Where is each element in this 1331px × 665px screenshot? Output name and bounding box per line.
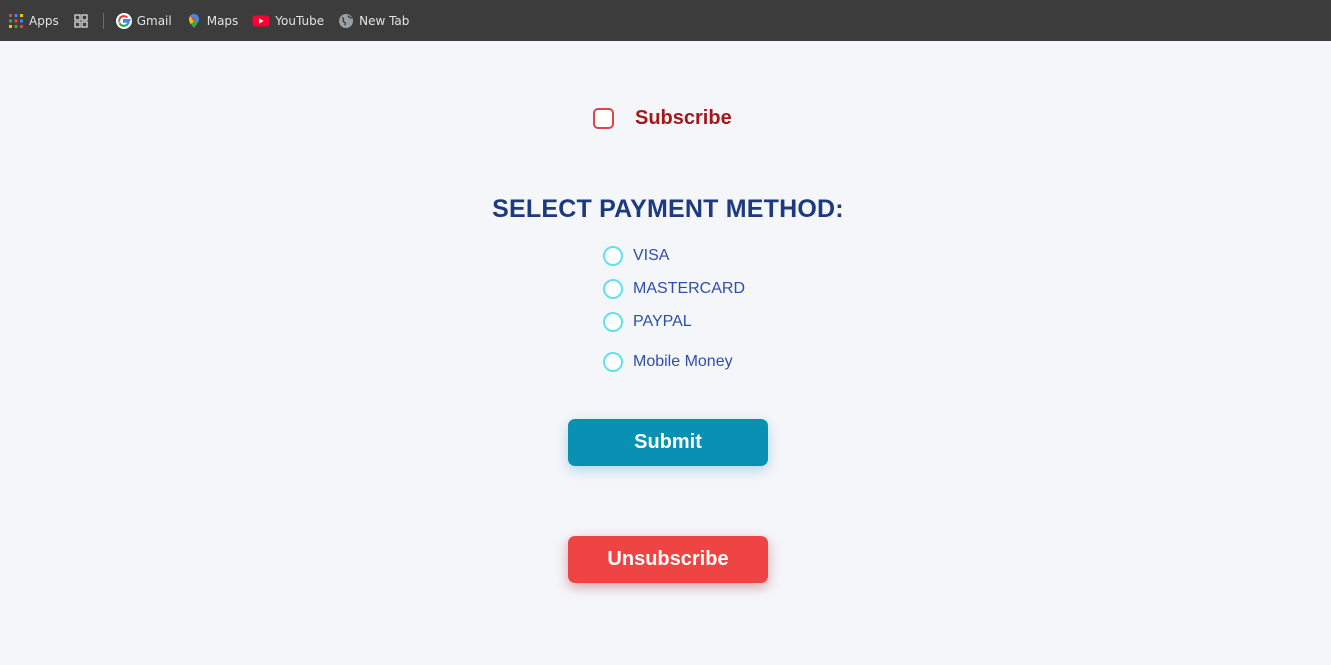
bookmarks-separator	[102, 12, 104, 29]
radio-button[interactable]	[603, 352, 623, 372]
globe-icon	[338, 13, 354, 29]
payment-option-paypal[interactable]: PAYPAL	[603, 312, 692, 332]
apps-grid-icon	[8, 13, 24, 29]
bookmark-new-tab[interactable]: New Tab	[334, 7, 413, 35]
bookmark-apps[interactable]: Apps	[4, 7, 63, 35]
payment-method-title: SELECT PAYMENT METHOD:	[492, 195, 844, 223]
subscribe-option[interactable]: Subscribe	[593, 106, 732, 130]
payment-option-label[interactable]: Mobile Money	[633, 352, 733, 372]
bookmark-new-tab-label: New Tab	[359, 13, 410, 28]
bookmark-maps[interactable]: Maps	[182, 7, 243, 35]
unsubscribe-button[interactable]: Unsubscribe	[568, 536, 768, 583]
payment-option-mastercard[interactable]: MASTERCARD	[603, 279, 745, 299]
payment-option-label[interactable]: VISA	[633, 246, 669, 266]
radio-button[interactable]	[603, 312, 623, 332]
bookmarks-bar: Apps Gmail Maps YouTube New Tab	[0, 0, 1331, 41]
bookmark-apps-label: Apps	[29, 13, 59, 28]
radio-button[interactable]	[603, 246, 623, 266]
google-icon	[115, 12, 132, 29]
payment-option-visa[interactable]: VISA	[603, 246, 669, 266]
bookmark-youtube-label: YouTube	[275, 13, 325, 28]
subscribe-label[interactable]: Subscribe	[635, 106, 732, 130]
youtube-icon	[252, 13, 270, 29]
tab-groups-icon	[73, 13, 89, 29]
bookmark-youtube[interactable]: YouTube	[248, 7, 328, 35]
bookmark-maps-label: Maps	[206, 13, 239, 28]
map-pin-icon	[186, 13, 202, 29]
payment-option-label[interactable]: MASTERCARD	[633, 279, 745, 299]
payment-option-mobile-money[interactable]: Mobile Money	[603, 352, 733, 372]
submit-button[interactable]: Submit	[568, 419, 768, 466]
subscribe-checkbox[interactable]	[593, 107, 614, 129]
payment-option-label[interactable]: PAYPAL	[633, 312, 692, 332]
bookmark-tab-groups[interactable]	[69, 7, 93, 35]
bookmark-gmail[interactable]: Gmail	[112, 7, 176, 35]
radio-button[interactable]	[603, 279, 623, 299]
bookmark-gmail-label: Gmail	[136, 13, 172, 28]
